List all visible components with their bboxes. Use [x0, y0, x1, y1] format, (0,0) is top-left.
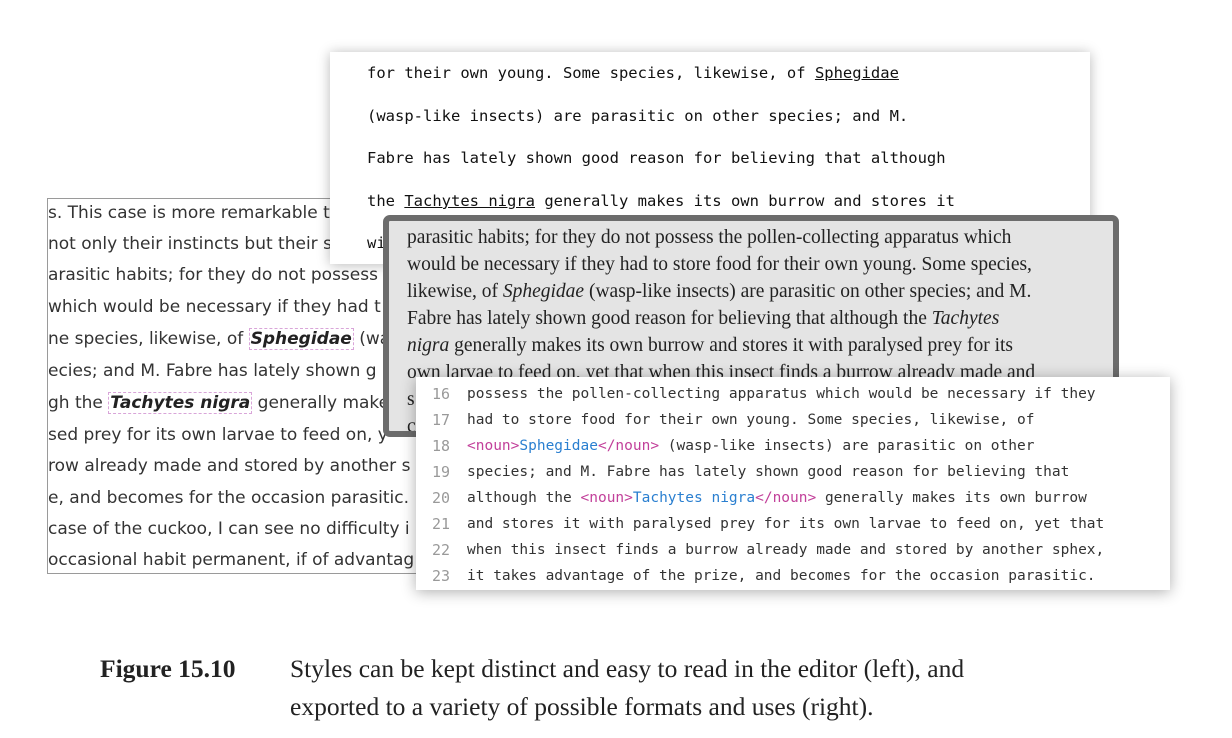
book-line: parasitic habits; for they do not posses… [407, 227, 1011, 249]
editor-line: ne species, likewise, of Sphegidae (wa [48, 327, 390, 351]
typewriter-text: for their own young. Some species, likew… [367, 64, 815, 82]
editor-text: generally makes [252, 393, 398, 413]
italic-noun: nigra [407, 335, 450, 356]
code-text: possess the pollen-collecting apparatus … [467, 386, 1096, 402]
book-line: would be necessary if they had to store … [407, 254, 1032, 276]
editor-text: row already made and stored by another s [48, 456, 411, 476]
code-line: 18 <noun>Sphegidae</noun> (wasp-like inse… [416, 433, 1035, 459]
editor-text: arasitic habits; for they do not possess [48, 265, 378, 285]
noun-open-tag: <noun> [467, 438, 520, 454]
typewriter-text: (wasp-like insects) are parasitic on oth… [367, 107, 909, 125]
noun-close-tag: </noun> [755, 490, 817, 506]
editor-text: gh the [48, 393, 109, 413]
typewriter-text: the [367, 192, 405, 210]
line-number: 21 [431, 515, 450, 533]
figure-label: Figure 15.10 [100, 654, 236, 683]
editor-line: case of the cuckoo, I can see no difficu… [48, 517, 410, 541]
caption-line: Styles can be kept distinct and easy to … [290, 654, 965, 683]
code-line: 22 when this insect finds a burrow alread… [416, 537, 1104, 563]
editor-line: occasional habit permanent, if of advant… [48, 548, 414, 572]
book-line: c [407, 416, 416, 437]
editor-text: not only their instincts but their s [48, 234, 332, 254]
typewriter-line: the Tachytes nigra generally makes its o… [367, 192, 955, 210]
noun-token: Sphegidae [519, 438, 598, 454]
editor-line: which would be necessary if they had t [48, 295, 381, 319]
line-number: 16 [431, 385, 450, 403]
line-number: 19 [431, 463, 450, 481]
code-text: when this insect finds a burrow already … [467, 542, 1105, 558]
editor-line: ecies; and M. Fabre has lately shown g [48, 359, 377, 383]
editor-line: sed prey for its own larvae to feed on, … [48, 423, 388, 447]
editor-line: not only their instincts but their s [48, 232, 332, 256]
editor-text: s. This case is more remarkable t [48, 203, 330, 223]
editor-text: case of the cuckoo, I can see no difficu… [48, 519, 410, 539]
code-line: 17 had to store food for their own young.… [416, 407, 1035, 433]
code-text: (wasp-like insects) are parasitic on oth… [659, 438, 1035, 454]
code-text: it takes advantage of the prize, and bec… [467, 568, 1096, 584]
book-text: Fabre has lately shown good reason for b… [407, 308, 932, 329]
noun-highlight[interactable]: Sphegidae [248, 328, 354, 350]
code-text: species; and M. Fabre has lately shown g… [467, 464, 1070, 480]
underlined-noun: Tachytes nigra [404, 192, 535, 210]
code-text: and stores it with paralysed prey for it… [467, 516, 1105, 532]
editor-line: arasitic habits; for they do not possess [48, 263, 378, 287]
typewriter-text: Fabre has lately shown good reason for b… [367, 149, 946, 167]
editor-text: which would be necessary if they had t [48, 297, 381, 317]
code-line: 19 species; and M. Fabre has lately shown… [416, 459, 1069, 485]
caption-text: Styles can be kept distinct and easy to … [290, 650, 1190, 726]
book-line: s [407, 389, 415, 411]
typewriter-text: generally makes its own burrow and store… [534, 192, 955, 210]
book-text: s [407, 389, 415, 410]
noun-close-tag: </noun> [597, 438, 660, 454]
editor-line: row already made and stored by another s [48, 454, 410, 478]
line-number: 18 [431, 437, 450, 455]
book-text: c [407, 416, 416, 437]
editor-text: ecies; and M. Fabre has lately shown g [48, 361, 377, 381]
code-text: had to store food for their own young. S… [467, 412, 1035, 428]
line-number: 20 [431, 489, 450, 507]
book-text: likewise, of [407, 281, 503, 302]
code-line: 16 possess the pollen-collecting apparatu… [416, 381, 1096, 407]
editor-text: sed prey for its own larvae to feed on, … [48, 425, 388, 445]
code-text: although the [467, 490, 581, 506]
editor-text: occasional habit permanent, if of advant… [48, 550, 415, 570]
book-line: nigra generally makes its own burrow and… [407, 335, 1013, 357]
line-number: 17 [431, 411, 450, 429]
editor-line: s. This case is more remarkable t [48, 201, 330, 225]
code-editor-panel: 16 possess the pollen-collecting apparatu… [416, 377, 1170, 590]
typewriter-line: (wasp-like insects) are parasitic on oth… [367, 107, 908, 125]
code-line: 20 although the <noun>Tachytes nigra</nou… [416, 485, 1087, 511]
typewriter-line: for their own young. Some species, likew… [367, 64, 899, 82]
line-number: 23 [431, 567, 450, 585]
noun-token: Tachytes nigra [632, 490, 756, 506]
book-line: likewise, of Sphegidae (wasp-like insect… [407, 281, 1031, 303]
line-number: 22 [431, 541, 450, 559]
book-text: would be necessary if they had to store … [407, 254, 1032, 275]
italic-noun: Tachytes [931, 308, 1000, 329]
noun-open-tag: <noun> [580, 490, 633, 506]
book-line: Fabre has lately shown good reason for b… [407, 308, 999, 330]
underlined-noun: Sphegidae [814, 64, 899, 82]
book-text: generally makes its own burrow and store… [449, 335, 1014, 356]
caption-line: exported to a variety of possible format… [290, 692, 874, 721]
book-text: (wasp-like insects) are parasitic on oth… [584, 281, 1032, 302]
editor-line: e, and becomes for the occasion parasiti… [48, 486, 409, 510]
editor-line: gh the Tachytes nigra generally makes [48, 391, 398, 415]
italic-noun: Sphegidae [502, 281, 585, 302]
editor-text: e, and becomes for the occasion parasiti… [48, 488, 410, 508]
code-line: 23 it takes advantage of the prize, and b… [416, 563, 1096, 589]
code-text: generally makes its own burrow [816, 490, 1087, 506]
book-text: parasitic habits; for they do not posses… [407, 227, 1012, 248]
code-line: 21 and stores it with paralysed prey for … [416, 511, 1104, 537]
editor-text: ne species, likewise, of [48, 329, 249, 349]
noun-highlight[interactable]: Tachytes nigra [108, 392, 253, 414]
typewriter-line: Fabre has lately shown good reason for b… [367, 149, 946, 167]
